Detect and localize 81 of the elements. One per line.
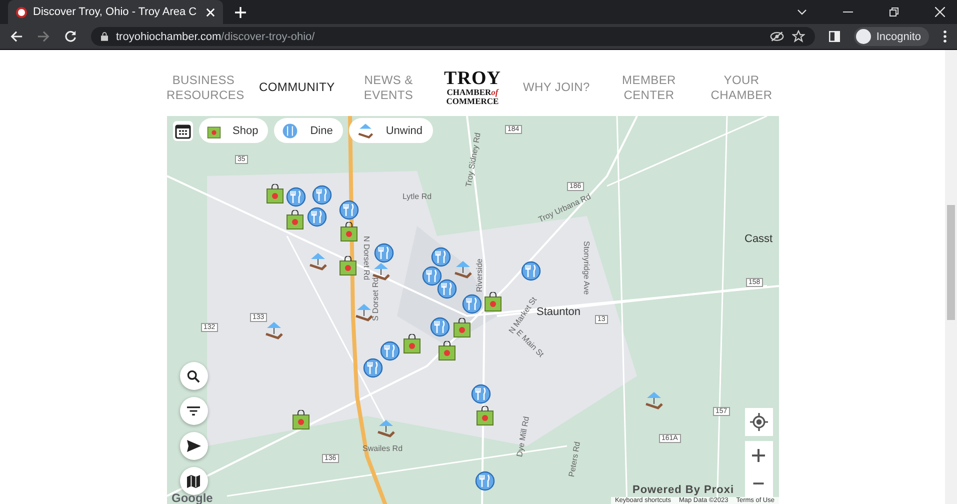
- map-label: Casst: [744, 233, 773, 246]
- map-label: Dye Mill Rd: [514, 416, 530, 458]
- forward-icon[interactable]: [37, 30, 50, 43]
- beach-chair-icon[interactable]: [376, 418, 396, 438]
- incognito-icon: [856, 29, 872, 44]
- calendar-icon[interactable]: [172, 120, 192, 141]
- powered-by-text: Powered By Proxi: [632, 484, 734, 496]
- beach-chair-icon[interactable]: [264, 320, 284, 340]
- eye-slash-icon[interactable]: [770, 31, 784, 42]
- shopping-bag-icon[interactable]: [402, 334, 420, 354]
- shopping-bag-icon[interactable]: [266, 184, 284, 204]
- crosshair-icon: [750, 413, 768, 432]
- fork-knife-icon[interactable]: [286, 187, 306, 208]
- nav-link[interactable]: COMMUNITY: [259, 80, 334, 96]
- fork-knife-icon[interactable]: [430, 317, 450, 338]
- plus-icon: [752, 448, 765, 462]
- shopping-bag-icon[interactable]: [476, 406, 494, 426]
- scrollbar[interactable]: [945, 50, 957, 504]
- shopping-bag-icon[interactable]: [286, 210, 304, 230]
- fork-knife-icon[interactable]: [474, 471, 494, 492]
- close-window-icon[interactable]: [935, 7, 945, 17]
- map-label: Riverside: [474, 259, 484, 292]
- browser-tab[interactable]: Discover Troy, Ohio - Troy Area C: [8, 0, 223, 24]
- fork-knife-icon[interactable]: [462, 294, 482, 314]
- fork-knife-icon[interactable]: [520, 261, 540, 282]
- fork-knife-icon[interactable]: [374, 243, 394, 264]
- fork-knife-icon[interactable]: [338, 200, 358, 220]
- fork-knife-icon[interactable]: [362, 358, 382, 378]
- incognito-badge[interactable]: Incognito: [854, 27, 929, 46]
- map-label: Staunton: [536, 306, 581, 318]
- shopping-bag-icon[interactable]: [438, 341, 456, 362]
- beach-chair-icon[interactable]: [452, 259, 472, 280]
- filter-chip[interactable]: Shop: [198, 118, 268, 144]
- tab-title: Discover Troy, Ohio - Troy Area C: [33, 6, 198, 18]
- map-icon: [187, 474, 200, 488]
- shopping-bag-icon[interactable]: [292, 410, 310, 430]
- shopping-bag-icon[interactable]: [484, 292, 502, 312]
- restore-icon[interactable]: [889, 7, 899, 17]
- back-icon[interactable]: [10, 30, 23, 43]
- shopping-bag-icon[interactable]: [338, 256, 356, 276]
- filter-chip[interactable]: Unwind: [348, 118, 433, 144]
- fork-knife-icon[interactable]: [422, 266, 442, 286]
- minus-icon: [752, 482, 765, 485]
- map-label: N Dorset Rd: [362, 236, 370, 280]
- url-text: troyohiochamber.com/discover-troy-ohio/: [116, 30, 315, 42]
- fork-knife-icon[interactable]: [380, 341, 400, 362]
- fork-knife-icon[interactable]: [312, 185, 332, 206]
- filter-icon: [187, 406, 200, 416]
- lock-icon: [101, 32, 108, 41]
- fork-knife-icon: [282, 122, 298, 139]
- map-label: Stonyridge Ave: [582, 241, 590, 296]
- shopping-bag-icon[interactable]: [340, 222, 358, 242]
- map-label: Troy Urbana Rd: [536, 192, 592, 225]
- fork-knife-icon[interactable]: [306, 207, 326, 228]
- site-favicon-icon: [16, 6, 27, 18]
- side-panel-icon[interactable]: [829, 31, 840, 42]
- star-icon[interactable]: [792, 30, 806, 43]
- shopping-bag-icon[interactable]: [452, 318, 470, 338]
- reload-icon[interactable]: [64, 30, 77, 43]
- chamber-logo[interactable]: TROY CHAMBERof COMMERCE: [444, 70, 501, 106]
- new-tab-icon[interactable]: [235, 6, 246, 18]
- menu-icon[interactable]: [943, 30, 947, 43]
- minimize-icon[interactable]: [843, 11, 853, 13]
- beach-chair-icon[interactable]: [644, 390, 664, 410]
- map-label: Lytle Rd: [402, 192, 432, 202]
- beach-chair-icon[interactable]: [308, 251, 328, 272]
- tab-search-icon[interactable]: [797, 9, 807, 15]
- address-field[interactable]: troyohiochamber.com/discover-troy-ohio/: [91, 27, 816, 46]
- fork-knife-icon[interactable]: [436, 279, 456, 300]
- fork-knife-icon[interactable]: [470, 384, 490, 404]
- filter-chip[interactable]: Dine: [274, 118, 343, 144]
- fork-knife-icon[interactable]: [430, 247, 450, 268]
- close-tab-icon[interactable]: [206, 8, 215, 16]
- beach-chair-icon[interactable]: [354, 302, 374, 322]
- beach-chair-icon: [356, 122, 374, 140]
- my-location-button[interactable]: [744, 408, 772, 436]
- search-icon: [187, 370, 200, 383]
- map-label: Peters Rd: [566, 441, 582, 478]
- map-label: Troy Sidney Rd: [464, 132, 482, 188]
- send-icon: [186, 440, 200, 452]
- map-label: S Dorset Rd: [370, 278, 380, 322]
